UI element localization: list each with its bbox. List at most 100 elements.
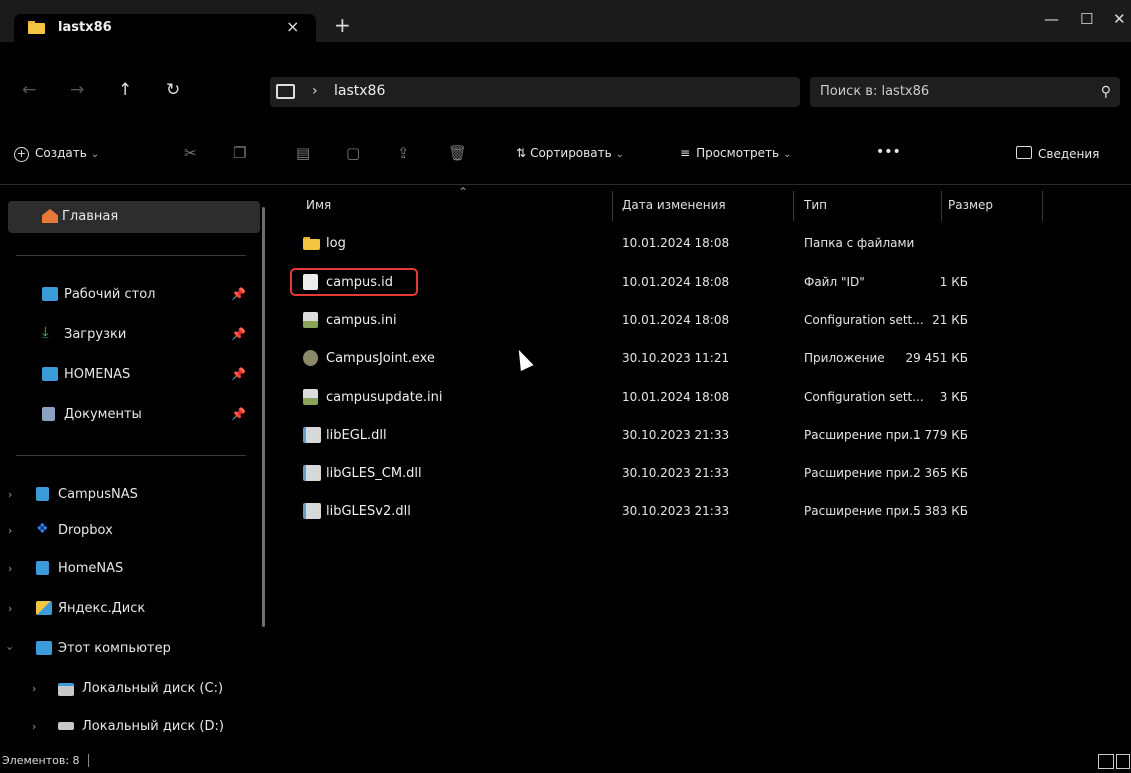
sidebar-item-documents[interactable]: Документы 📌 [0,399,264,431]
search-icon: ⚲ [1100,84,1111,100]
file-row-campus-id[interactable]: campus.id 10.01.2024 18:08 Файл "ID" 1 К… [290,268,1060,298]
column-name[interactable]: Имя [306,198,331,212]
search-placeholder: Поиск в: lastx86 [820,84,930,99]
view-button[interactable]: ≡ Просмотреть ⌄ [680,146,791,160]
sidebar-item-dropbox[interactable]: › ❖ Dropbox [0,515,264,547]
breadcrumb-lastx86[interactable]: lastx86 [334,83,385,99]
sidebar-item-label: Яндекс.Диск [58,601,146,616]
file-row-libglesv2-dll[interactable]: libGLESv2.dll 30.10.2023 21:33 Расширени… [290,497,1060,527]
column-type[interactable]: Тип [804,198,827,212]
minimize-button[interactable]: — [1044,10,1059,28]
details-button[interactable]: Сведения [1016,146,1099,161]
file-row-campusupdate-ini[interactable]: campusupdate.ini 10.01.2024 18:08 Config… [290,383,1060,413]
folder-icon [28,21,45,34]
config-file-icon [303,312,318,328]
chevron-right-icon[interactable]: › [32,720,36,733]
sidebar-item-drive-c[interactable]: › Локальный диск (C:) [0,673,264,705]
pin-icon[interactable]: 📌 [231,407,246,421]
pin-icon[interactable]: 📌 [231,367,246,381]
sidebar-item-yandex-disk[interactable]: › Яндекс.Диск [0,593,264,625]
chevron-right-icon[interactable]: › [8,488,12,501]
chevron-right-icon[interactable]: › [8,524,12,537]
sidebar-item-label: Рабочий стол [64,287,156,302]
chevron-down-icon[interactable]: › [4,646,17,650]
file-row-campus-ini[interactable]: campus.ini 10.01.2024 18:08 Configuratio… [290,306,1060,336]
sidebar-item-home[interactable]: Главная [8,201,260,233]
paste-icon[interactable]: ▤ [296,144,310,162]
pin-icon[interactable]: 📌 [231,287,246,301]
details-label: Сведения [1038,147,1100,161]
details-view-icon[interactable] [1098,754,1114,769]
new-button[interactable]: + Создать ⌄ [14,146,99,162]
sort-ascending-icon: ⌃ [458,185,469,199]
documents-icon [42,407,55,421]
column-date-modified[interactable]: Дата изменения [622,198,726,212]
pin-icon[interactable]: 📌 [231,327,246,341]
column-size[interactable]: Размер [948,198,993,212]
copy-icon[interactable]: ❐ [233,144,246,162]
file-type: Папка с файлами [804,236,915,250]
network-drive-icon [36,561,49,575]
dll-file-icon [303,427,321,443]
file-type: Файл "ID" [804,275,865,289]
sidebar-item-this-pc[interactable]: › Этот компьютер [0,633,264,665]
tab-close-icon[interactable]: × [286,17,299,36]
new-tab-button[interactable]: + [334,15,351,35]
file-list-header: ⌃ Имя Дата изменения Тип Размер [268,185,1131,223]
maximize-button[interactable]: ☐ [1080,10,1093,28]
title-bar: lastx86 × + — ☐ ✕ [0,0,1131,42]
chevron-right-icon[interactable]: › [8,602,12,615]
address-row: ← → ↑ ↻ › lastx86 Поиск в: lastx86 ⚲ [0,72,1131,112]
file-row-campusjoint-exe[interactable]: CampusJoint.exe 30.10.2023 11:21 Приложе… [290,344,1060,374]
sidebar-scrollbar[interactable] [262,207,265,627]
up-button[interactable]: ↑ [118,80,132,100]
file-row-log[interactable]: log 10.01.2024 18:08 Папка с файлами [290,229,1060,259]
tiles-view-icon[interactable] [1116,754,1130,769]
file-date: 10.01.2024 18:08 [622,275,730,289]
sidebar-item-drive-d[interactable]: › Локальный диск (D:) [0,711,264,743]
file-row-libgles-cm-dll[interactable]: libGLES_CM.dll 30.10.2023 21:33 Расширен… [290,459,1060,489]
sidebar-item-downloads[interactable]: ⤓ Загрузки 📌 [0,319,264,351]
explorer-window: lastx86 × + — ☐ ✕ ← → ↑ ↻ › lastx86 Поис… [0,0,1131,773]
chevron-right-icon[interactable]: › [32,682,36,695]
command-bar: + Создать ⌄ ✂ ❐ ▤ ▢ ⇪ 🗑 ⇅ Сортировать ⌄ ≡ Про… [0,136,1131,174]
network-drive-icon [36,487,49,501]
file-type: Расширение при... [804,466,921,480]
chevron-right-icon[interactable]: › [8,562,12,575]
desktop-icon [42,287,58,301]
sidebar-item-homenas-pinned[interactable]: HOMENAS 📌 [0,359,264,391]
back-button[interactable]: ← [22,80,36,100]
tab-lastx86[interactable]: lastx86 × [14,14,316,42]
column-separator[interactable] [612,191,613,221]
file-type: Configuration sett... [804,390,924,404]
share-icon[interactable]: ⇪ [397,144,410,162]
sidebar-item-campusnas[interactable]: › CampusNAS [0,479,264,511]
column-separator[interactable] [1042,191,1043,221]
rename-icon[interactable]: ▢ [346,144,360,162]
column-separator[interactable] [941,191,942,221]
cut-icon[interactable]: ✂ [184,144,197,162]
sidebar-item-label: Dropbox [58,523,113,538]
address-bar[interactable]: › lastx86 [270,77,800,107]
file-size: 2 365 КБ [913,466,968,480]
file-size: 5 383 КБ [913,504,968,518]
sidebar-item-homenas[interactable]: › HomeNAS [0,553,264,585]
search-input[interactable]: Поиск в: lastx86 ⚲ [810,77,1120,107]
chevron-right-icon: › [312,83,318,99]
sidebar-item-label: Локальный диск (D:) [82,719,224,734]
close-button[interactable]: ✕ [1113,10,1126,28]
sort-button[interactable]: ⇅ Сортировать ⌄ [516,146,624,160]
system-drive-icon [58,683,74,696]
sidebar-item-desktop[interactable]: Рабочий стол 📌 [0,279,264,311]
refresh-button[interactable]: ↻ [166,80,180,100]
delete-icon[interactable]: 🗑 [448,144,467,162]
forward-button[interactable]: → [70,80,84,100]
file-row-libegl-dll[interactable]: libEGL.dll 30.10.2023 21:33 Расширение п… [290,421,1060,451]
column-separator[interactable] [793,191,794,221]
more-options-icon[interactable]: ••• [876,144,901,160]
file-name: log [326,236,346,251]
file-type: Расширение при... [804,428,921,442]
file-type: Configuration sett... [804,313,924,327]
plus-circle-icon: + [14,147,29,162]
sidebar-item-label: Локальный диск (C:) [82,681,224,696]
